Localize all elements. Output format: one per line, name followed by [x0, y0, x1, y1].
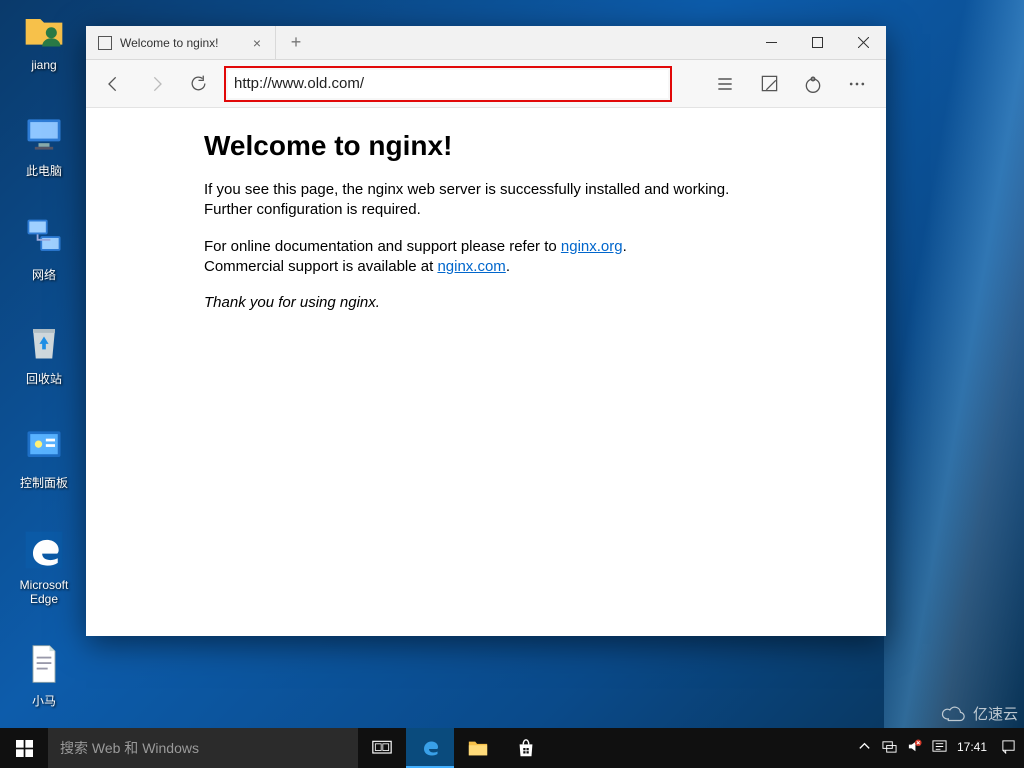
back-button[interactable]	[94, 64, 134, 104]
window-maximize-button[interactable]	[794, 26, 840, 59]
tray-volume-icon[interactable]	[907, 739, 922, 757]
window-minimize-button[interactable]	[748, 26, 794, 59]
taskbar-app-explorer[interactable]	[454, 728, 502, 768]
task-view-button[interactable]	[358, 728, 406, 768]
address-bar-highlight	[224, 66, 672, 102]
reading-list-button[interactable]	[704, 64, 746, 104]
titlebar: Welcome to nginx! × +	[86, 26, 886, 60]
page-content: Welcome to nginx! If you see this page, …	[86, 108, 886, 636]
forward-button[interactable]	[136, 64, 176, 104]
folder-icon	[467, 738, 489, 758]
edge-icon	[20, 526, 68, 574]
taskbar-search[interactable]: 搜索 Web 和 Windows	[48, 728, 358, 768]
desktop-icon-textfile[interactable]: 小马	[6, 640, 82, 709]
system-tray: 17:41	[849, 728, 1024, 768]
page-heading: Welcome to nginx!	[204, 130, 764, 162]
desktop-icon-label: 网络	[6, 266, 82, 283]
tray-chevron-up-icon[interactable]	[857, 739, 872, 757]
link-nginx-com[interactable]: nginx.com	[437, 258, 505, 275]
page-paragraph: For online documentation and support ple…	[204, 237, 764, 278]
browser-window: Welcome to nginx! × + Welcome to nginx! …	[86, 26, 886, 636]
desktop-icon-label: jiang	[6, 58, 82, 72]
clock-time: 17:41	[957, 741, 987, 755]
link-nginx-org[interactable]: nginx.org	[561, 238, 623, 255]
share-button[interactable]	[792, 64, 834, 104]
tray-clock[interactable]: 17:41	[957, 741, 991, 755]
taskbar: 搜索 Web 和 Windows 17:41	[0, 728, 1024, 768]
taskbar-app-store[interactable]	[502, 728, 550, 768]
browser-tab[interactable]: Welcome to nginx! ×	[86, 26, 276, 59]
desktop-icon-label: Edge	[6, 592, 82, 606]
page-thanks: Thank you for using nginx.	[204, 294, 380, 311]
desktop-icon-label: 控制面板	[6, 474, 82, 491]
tray-ime-icon[interactable]	[932, 739, 947, 757]
network-icon	[20, 214, 68, 262]
tray-notifications-icon[interactable]	[1001, 739, 1016, 757]
desktop-icon-label: 回收站	[6, 370, 82, 387]
window-close-button[interactable]	[840, 26, 886, 59]
watermark-text: 亿速云	[973, 703, 1018, 724]
tab-close-button[interactable]: ×	[249, 33, 265, 53]
text-file-icon	[20, 640, 68, 688]
windows-icon	[16, 740, 33, 757]
search-placeholder: 搜索 Web 和 Windows	[60, 738, 199, 758]
page-paragraph: If you see this page, the nginx web serv…	[204, 180, 764, 221]
desktop-icon-computer[interactable]: 此电脑	[6, 110, 82, 179]
watermark: 亿速云	[941, 703, 1018, 724]
more-button[interactable]	[836, 64, 878, 104]
store-icon	[515, 737, 537, 759]
taskbar-app-edge[interactable]	[406, 728, 454, 768]
start-button[interactable]	[0, 728, 48, 768]
notes-button[interactable]	[748, 64, 790, 104]
browser-toolbar	[86, 60, 886, 108]
desktop-icon-network[interactable]: 网络	[6, 214, 82, 283]
tab-title: Welcome to nginx!	[120, 36, 219, 50]
address-bar[interactable]	[228, 70, 668, 98]
desktop-icon-user[interactable]: jiang	[6, 6, 82, 72]
recycle-bin-icon	[20, 318, 68, 366]
user-folder-icon	[20, 6, 68, 54]
computer-icon	[20, 110, 68, 158]
desktop-icon-edge[interactable]: Microsoft Edge	[6, 526, 82, 606]
desktop-icon-label: Microsoft	[6, 578, 82, 592]
new-tab-button[interactable]: +	[276, 26, 316, 59]
edge-icon	[418, 735, 442, 759]
desktop-icon-control-panel[interactable]: 控制面板	[6, 422, 82, 491]
desktop-icon-label: 小马	[6, 692, 82, 709]
tray-network-icon[interactable]	[882, 739, 897, 757]
refresh-button[interactable]	[178, 64, 218, 104]
desktop-icon-label: 此电脑	[6, 162, 82, 179]
page-icon	[98, 36, 112, 50]
desktop-icon-recycle[interactable]: 回收站	[6, 318, 82, 387]
control-panel-icon	[20, 422, 68, 470]
